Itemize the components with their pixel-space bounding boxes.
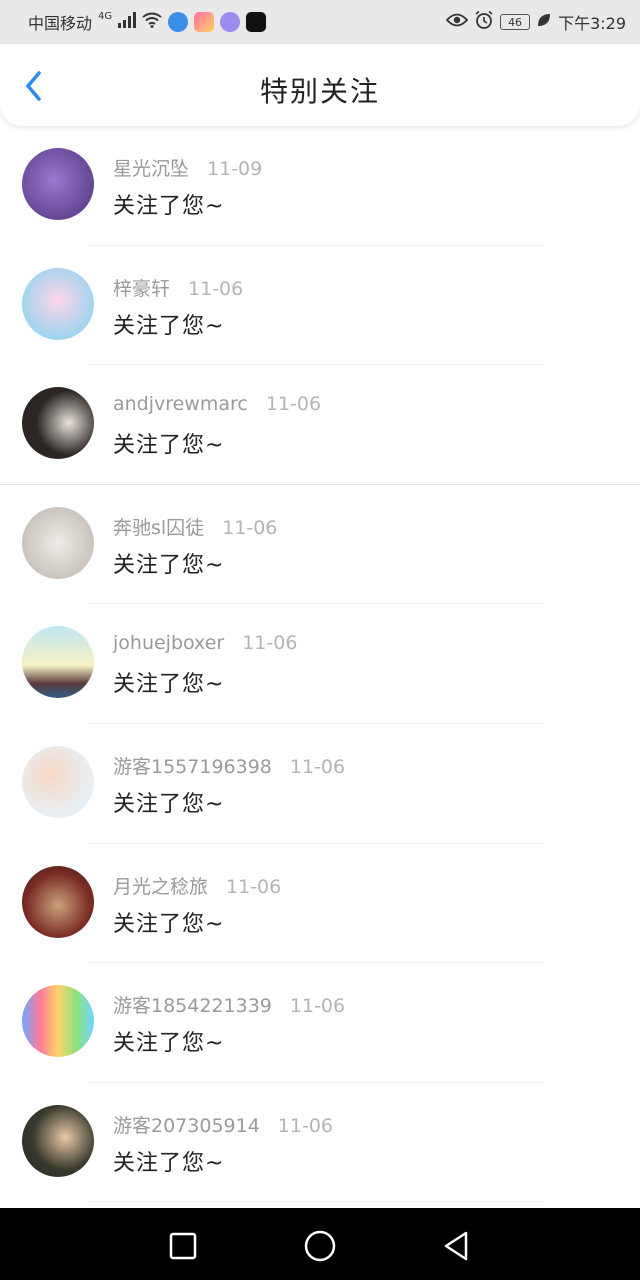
status-left: 中国移动 4G — [28, 10, 267, 34]
item-meta: 梓豪轩 11-06 — [113, 274, 243, 301]
tiktok-app-icon — [246, 12, 267, 32]
list-item[interactable]: 月光之稔旅 11-06 关注了您~ — [0, 844, 640, 964]
avatar[interactable] — [22, 267, 94, 340]
back-nav-button[interactable] — [436, 1226, 476, 1266]
item-date: 11-06 — [265, 393, 322, 416]
list-item[interactable]: 游客1557196398 11-06 关注了您~ — [0, 724, 640, 844]
item-date: 11-06 — [226, 875, 282, 898]
item-meta: 游客207305914 11-06 — [113, 1111, 333, 1138]
user-name[interactable]: 游客1557196398 — [113, 756, 272, 778]
item-date: 11-06 — [242, 632, 298, 655]
list-item[interactable]: johuejboxer 11-06 关注了您~ — [0, 604, 640, 724]
signal-icon — [118, 12, 137, 32]
leaf-icon — [536, 12, 552, 32]
item-message: 关注了您~ — [113, 1031, 225, 1057]
list-item[interactable]: andjvrewmarc 11-06 关注了您~ — [0, 365, 640, 485]
avatar[interactable] — [22, 626, 94, 699]
item-message: 关注了您~ — [113, 194, 225, 219]
item-message: 关注了您~ — [113, 433, 225, 459]
avatar[interactable] — [22, 148, 94, 220]
item-date: 11-06 — [277, 1114, 334, 1137]
item-message: 关注了您~ — [113, 313, 225, 339]
list-item[interactable]: 奔驰sl囚徒 11-06 关注了您~ — [0, 485, 640, 605]
square-icon — [169, 1232, 197, 1260]
item-meta: johuejboxer 11-06 — [113, 632, 297, 654]
status-right: 46 下午3:29 — [445, 10, 626, 34]
item-meta: 奔驰sl囚徒 11-06 — [113, 513, 277, 540]
item-message: 关注了您~ — [113, 552, 225, 578]
item-message: 关注了您~ — [113, 911, 225, 937]
list-item[interactable]: 梓豪轩 11-06 关注了您~ — [0, 246, 640, 366]
avatar[interactable] — [22, 1104, 94, 1177]
item-date: 11-09 — [207, 158, 263, 180]
triangle-back-icon — [444, 1231, 468, 1261]
item-date: 11-06 — [289, 755, 346, 778]
status-time: 下午3:29 — [558, 14, 626, 33]
follow-list: 星光沉坠 11-09 关注了您~ 梓豪轩 11-06 关注了您~ andjvrewm… — [0, 126, 640, 1203]
item-message: 关注了您~ — [113, 791, 225, 817]
item-meta: 星光沉坠 11-09 — [113, 154, 262, 181]
avatar[interactable] — [22, 387, 94, 460]
recent-apps-button[interactable] — [163, 1226, 203, 1266]
user-name[interactable]: 月光之稔旅 — [113, 876, 208, 898]
circle-icon — [304, 1230, 336, 1262]
item-meta: 月光之稔旅 11-06 — [113, 872, 281, 899]
item-date: 11-06 — [289, 995, 346, 1018]
system-nav-bar — [0, 1208, 640, 1280]
avatar[interactable] — [22, 865, 94, 938]
item-meta: 游客1854221339 11-06 — [113, 991, 345, 1018]
store-app-icon — [194, 12, 215, 32]
item-message: 关注了您~ — [113, 1150, 225, 1176]
network-label: 4G — [98, 10, 113, 22]
user-name[interactable]: 星光沉坠 — [113, 158, 189, 180]
carrier-label: 中国移动 — [28, 14, 93, 33]
user-name[interactable]: 梓豪轩 — [113, 278, 170, 300]
home-button[interactable] — [300, 1226, 340, 1266]
browser-app-icon — [168, 12, 189, 32]
list-item[interactable]: 游客207305914 11-06 关注了您~ — [0, 1083, 640, 1203]
item-meta: andjvrewmarc 11-06 — [113, 393, 321, 415]
user-name[interactable]: 奔驰sl囚徒 — [113, 517, 204, 539]
item-meta: 游客1557196398 11-06 — [113, 752, 345, 779]
eye-icon — [445, 12, 469, 32]
page-title: 特别关注 — [259, 75, 380, 108]
user-name[interactable]: andjvrewmarc — [113, 393, 248, 415]
item-message: 关注了您~ — [113, 672, 225, 698]
avatar[interactable] — [22, 506, 94, 579]
avatar[interactable] — [22, 745, 94, 818]
item-date: 11-06 — [222, 516, 278, 539]
item-date: 11-06 — [188, 277, 244, 300]
wifi-icon — [142, 12, 162, 32]
status-bar: 中国移动 4G 46 下午3:29 — [0, 0, 640, 44]
avatar[interactable] — [22, 985, 94, 1058]
user-name[interactable]: 游客207305914 — [113, 1115, 260, 1137]
divider — [88, 1201, 544, 1203]
alarm-icon — [474, 10, 494, 34]
user-name[interactable]: 游客1854221339 — [113, 995, 272, 1017]
user-name[interactable]: johuejboxer — [113, 632, 224, 654]
list-item[interactable]: 星光沉坠 11-09 关注了您~ — [0, 126, 640, 246]
music-app-icon — [220, 12, 241, 32]
battery-indicator: 46 — [500, 14, 531, 30]
list-item[interactable]: 游客1854221339 11-06 关注了您~ — [0, 963, 640, 1083]
header: 特别关注 — [0, 44, 640, 126]
